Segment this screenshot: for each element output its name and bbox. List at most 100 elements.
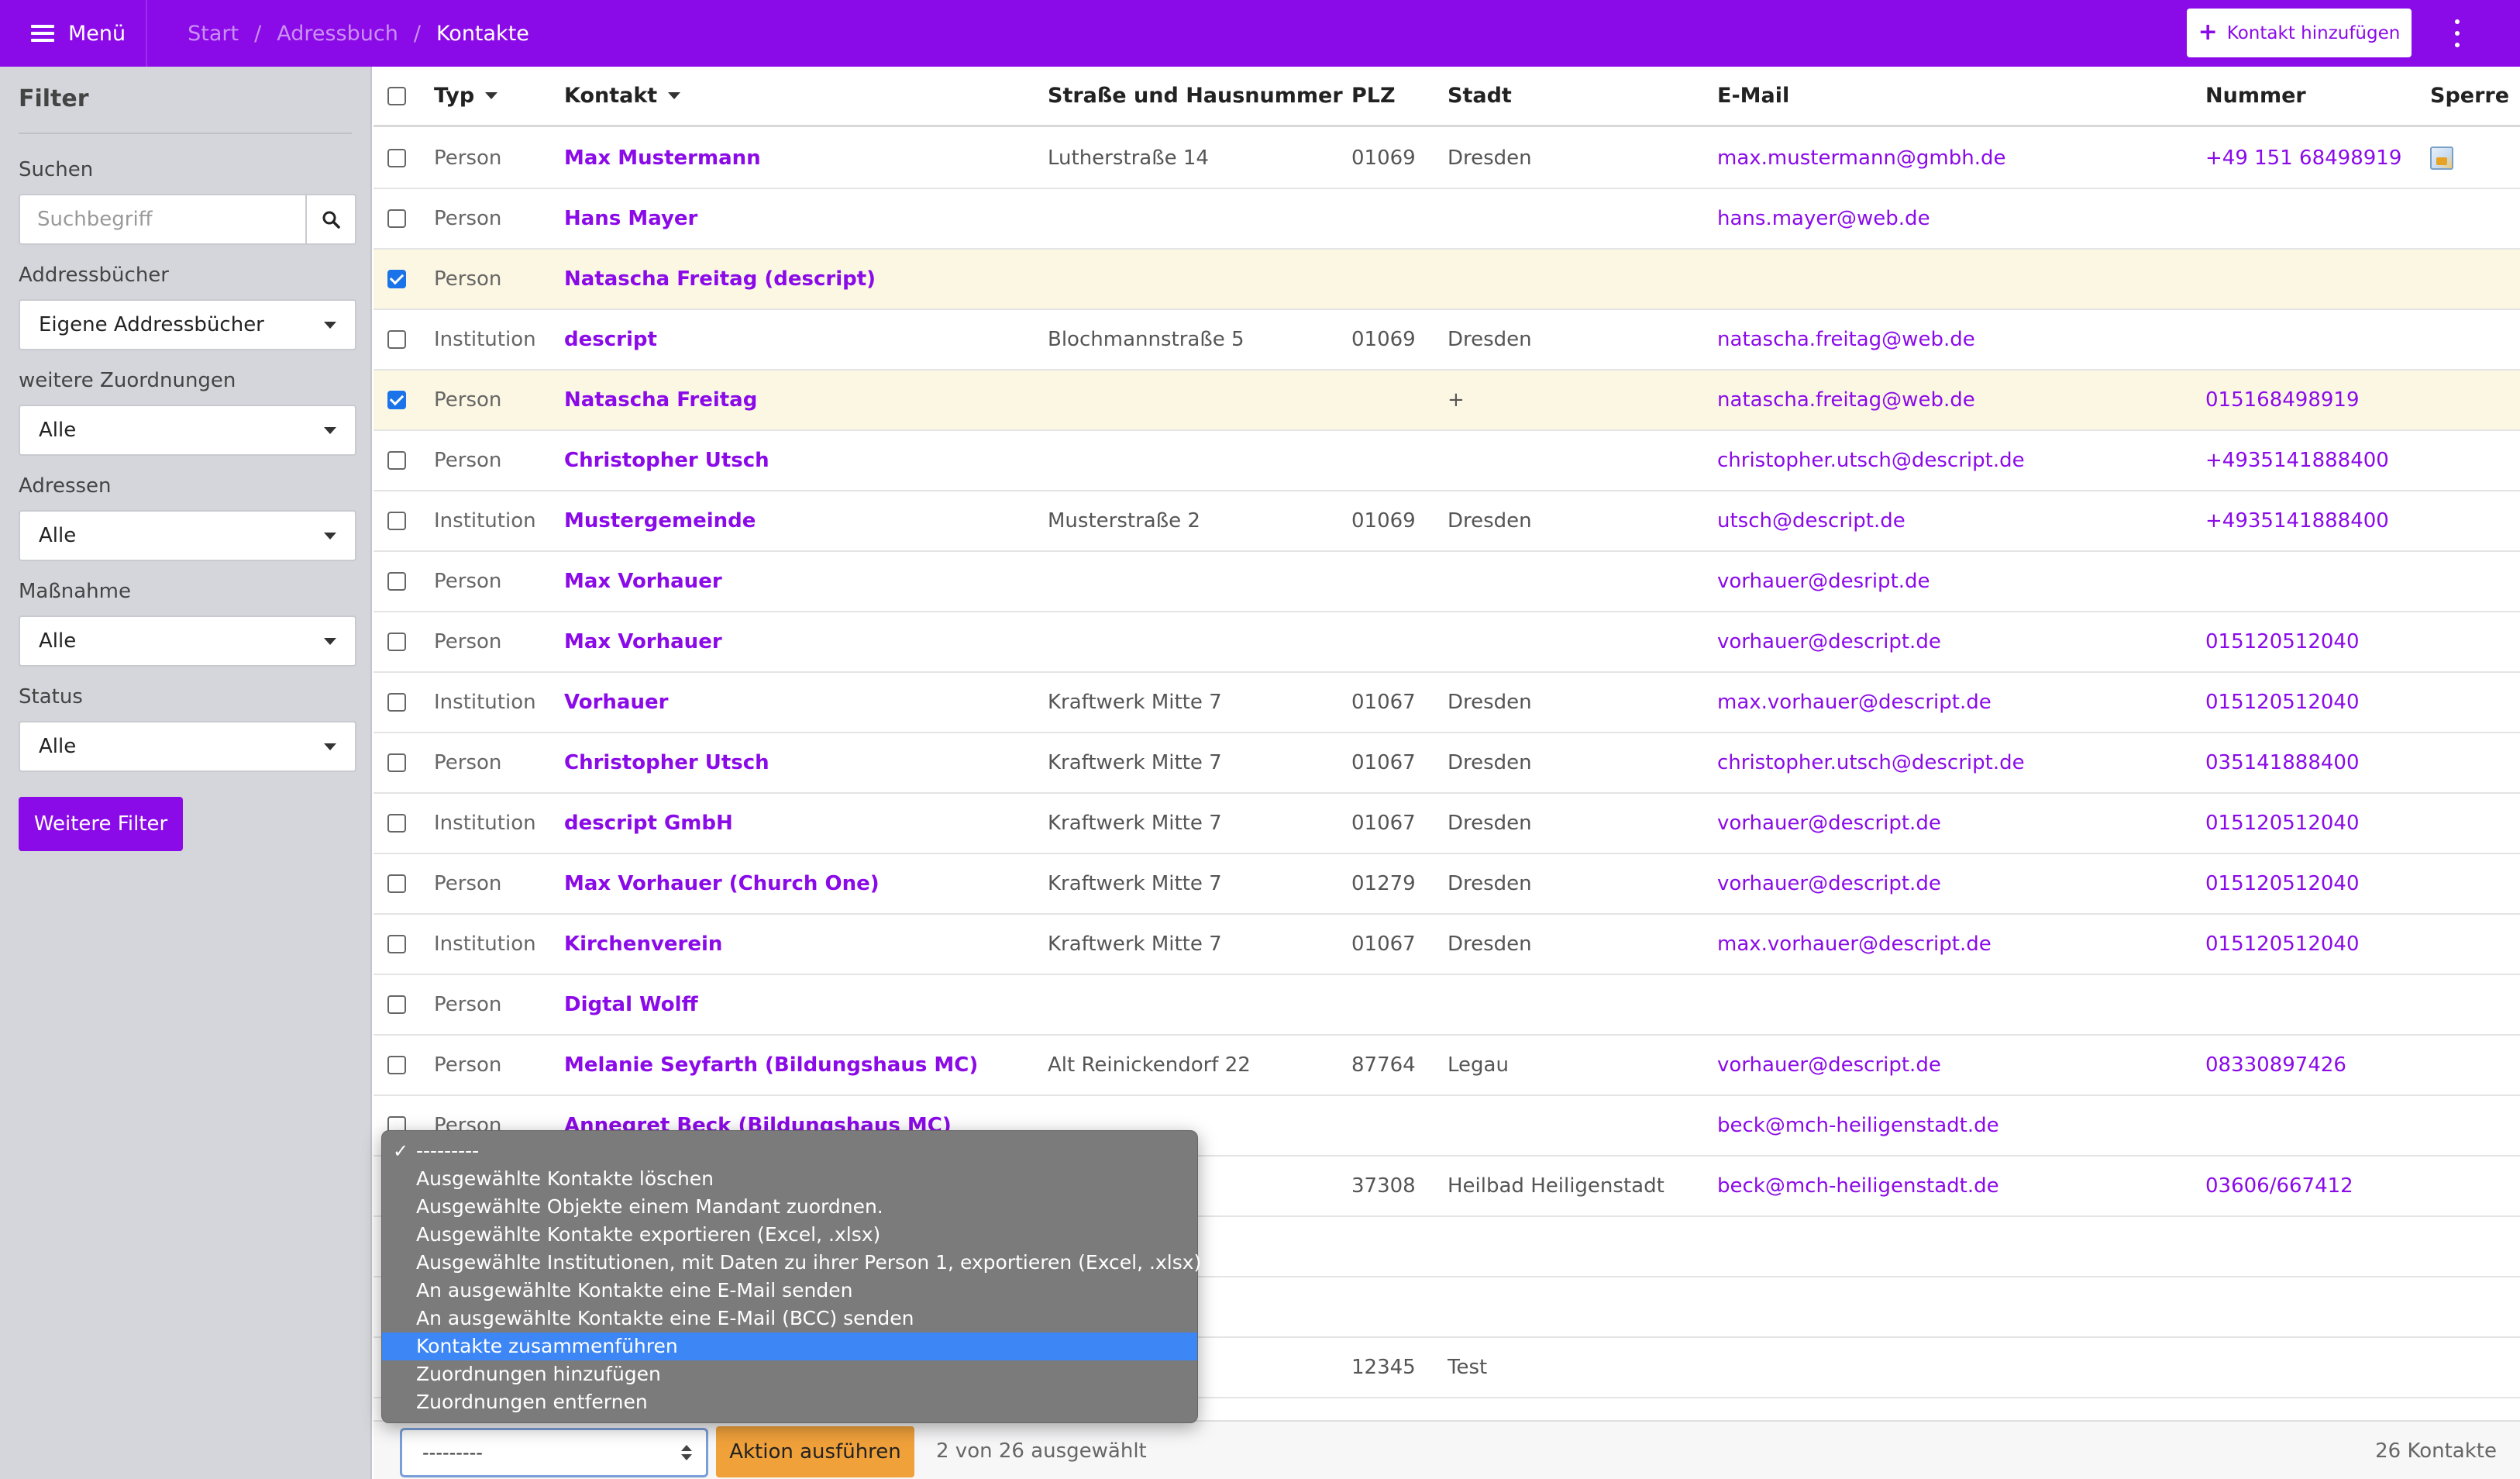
addressbooks-select[interactable]: Eigene Addressbücher [19,299,356,350]
dropdown-option[interactable]: Ausgewählte Institutionen, mit Daten zu … [382,1249,1201,1277]
cell-contact-link[interactable]: Melanie Seyfarth (Bildungshaus MC) [564,1036,978,1095]
table-row[interactable]: Institution descript GmbH Kraftwerk Mitte … [374,794,2520,854]
run-action-button[interactable]: Aktion ausführen [716,1426,914,1477]
dropdown-option[interactable]: Ausgewählte Objekte einem Mandant zuordn… [382,1193,1197,1221]
row-checkbox[interactable] [387,512,406,530]
cell-phone-link[interactable]: 035141888400 [2205,733,2360,792]
row-checkbox[interactable] [387,995,406,1014]
row-checkbox[interactable] [387,209,406,228]
action-select[interactable]: --------- [400,1428,708,1477]
cell-contact-link[interactable]: Christopher Utsch [564,431,769,490]
row-checkbox[interactable] [387,572,406,591]
dropdown-option[interactable]: Zuordnungen hinzufügen [382,1360,1197,1388]
cell-phone-link[interactable]: 015120512040 [2205,854,2360,913]
cell-email-link[interactable]: christopher.utsch@descript.de [1717,733,2025,792]
breadcrumb-addressbook[interactable]: Adressbuch [277,22,398,46]
cell-contact-link[interactable]: Christopher Utsch [564,733,769,792]
cell-email-link[interactable]: natascha.freitag@web.de [1717,310,1975,369]
dropdown-option[interactable]: Zuordnungen entfernen [382,1388,1197,1416]
cell-contact-link[interactable]: Mustergemeinde [564,491,756,550]
measure-select[interactable]: Alle [19,615,356,667]
cell-phone-link[interactable]: 015120512040 [2205,915,2360,974]
cell-email-link[interactable]: natascha.freitag@web.de [1717,371,1975,429]
cell-contact-link[interactable]: Kirchenverein [564,915,722,974]
header-contact[interactable]: Kontakt [564,67,681,125]
table-row[interactable]: Institution descript Blochmannstraße 5 0106… [374,310,2520,371]
table-row[interactable]: Person Natascha Freitag + natascha.freitag@… [374,371,2520,431]
cell-contact-link[interactable]: Natascha Freitag [564,371,757,429]
row-checkbox[interactable] [387,693,406,712]
row-checkbox[interactable] [387,451,406,470]
cell-phone-link[interactable]: 03606/667412 [2205,1157,2353,1215]
select-all-checkbox[interactable] [387,86,406,105]
more-filters-button[interactable]: Weitere Filter [19,797,183,851]
cell-email-link[interactable]: vorhauer@descript.de [1717,794,1941,853]
dropdown-option[interactable]: Ausgewählte Kontakte löschen [382,1165,1197,1193]
table-row[interactable]: Person Digtal Wolff [374,975,2520,1036]
row-checkbox[interactable] [387,753,406,772]
row-checkbox[interactable] [387,330,406,349]
cell-email-link[interactable]: vorhauer@descript.de [1717,1036,1941,1095]
more-options-icon[interactable] [2449,19,2466,47]
search-button[interactable] [305,195,355,243]
table-row[interactable]: Person Christopher Utsch Kraftwerk Mitte 7… [374,733,2520,794]
cell-phone-link[interactable]: +4935141888400 [2205,431,2389,490]
add-contact-button[interactable]: + Kontakt hinzufügen [2187,9,2412,57]
dropdown-option[interactable]: An ausgewählte Kontakte eine E-Mail send… [382,1277,1197,1305]
addresses-select[interactable]: Alle [19,510,356,561]
row-checkbox[interactable] [387,814,406,833]
cell-contact-link[interactable]: Digtal Wolff [564,975,698,1034]
cell-phone-link[interactable]: 015120512040 [2205,673,2360,732]
dropdown-option[interactable]: Kontakte zusammenführen [382,1332,1197,1360]
cell-email-link[interactable]: vorhauer@desript.de [1717,552,1930,611]
dropdown-option[interactable]: An ausgewählte Kontakte eine E-Mail (BCC… [382,1305,1197,1332]
cell-email-link[interactable]: beck@mch-heiligenstadt.de [1717,1096,1999,1155]
table-row[interactable]: Person Max Vorhauer (Church One) Kraftwerk… [374,854,2520,915]
cell-contact-link[interactable]: Max Vorhauer [564,612,722,671]
cell-contact-link[interactable]: Vorhauer [564,673,668,732]
table-row[interactable]: Person Max Vorhauer vorhauer@descript.de 01… [374,612,2520,673]
cell-contact-link[interactable]: Max Vorhauer [564,552,722,611]
cell-contact-link[interactable]: Hans Mayer [564,189,697,248]
menu-button[interactable]: Menü [0,0,146,67]
cell-email-link[interactable]: utsch@descript.de [1717,491,1905,550]
dropdown-option[interactable]: Ausgewählte Kontakte exportieren (Excel,… [382,1221,1197,1249]
cell-phone-link[interactable]: +4935141888400 [2205,491,2389,550]
cell-phone-link[interactable]: 08330897426 [2205,1036,2346,1095]
cell-email-link[interactable]: hans.mayer@web.de [1717,189,1930,248]
breadcrumb-start[interactable]: Start [188,22,239,46]
edit-lock-icon[interactable] [2430,147,2453,170]
search-input[interactable] [20,195,305,243]
cell-contact-link[interactable]: Max Vorhauer (Church One) [564,854,880,913]
row-checkbox[interactable] [387,149,406,167]
dropdown-option[interactable]: ✓ --------- [382,1137,1197,1165]
table-row[interactable]: Person Christopher Utsch christopher.utsch… [374,431,2520,491]
assignments-select[interactable]: Alle [19,405,356,456]
row-checkbox[interactable] [387,1056,406,1074]
table-row[interactable]: Institution Vorhauer Kraftwerk Mitte 7 0106… [374,673,2520,733]
table-row[interactable]: Person Natascha Freitag (descript) [374,250,2520,310]
table-row[interactable]: Institution Mustergemeinde Musterstraße 2 0… [374,491,2520,552]
cell-email-link[interactable]: max.vorhauer@descript.de [1717,915,1992,974]
cell-email-link[interactable]: vorhauer@descript.de [1717,612,1941,671]
cell-phone-link[interactable]: 015120512040 [2205,612,2360,671]
row-checkbox[interactable] [387,633,406,651]
status-select[interactable]: Alle [19,721,356,772]
row-checkbox[interactable] [387,874,406,893]
cell-contact-link[interactable]: descript [564,310,657,369]
cell-contact-link[interactable]: Natascha Freitag (descript) [564,250,876,309]
cell-phone-link[interactable]: 015168498919 [2205,371,2360,429]
cell-email-link[interactable]: christopher.utsch@descript.de [1717,431,2025,490]
row-checkbox[interactable] [387,270,406,288]
cell-contact-link[interactable]: descript GmbH [564,794,733,853]
cell-phone-link[interactable]: 015120512040 [2205,794,2360,853]
table-row[interactable]: Institution Kirchenverein Kraftwerk Mitte … [374,915,2520,975]
cell-contact-link[interactable]: Max Mustermann [564,129,761,188]
cell-email-link[interactable]: max.mustermann@gmbh.de [1717,129,2005,188]
row-checkbox[interactable] [387,935,406,953]
row-checkbox[interactable] [387,391,406,409]
table-row[interactable]: Person Hans Mayer hans.mayer@web.de [374,189,2520,250]
cell-email-link[interactable]: vorhauer@descript.de [1717,854,1941,913]
cell-email-link[interactable]: max.vorhauer@descript.de [1717,673,1992,732]
table-row[interactable]: Person Max Vorhauer vorhauer@desript.de [374,552,2520,612]
